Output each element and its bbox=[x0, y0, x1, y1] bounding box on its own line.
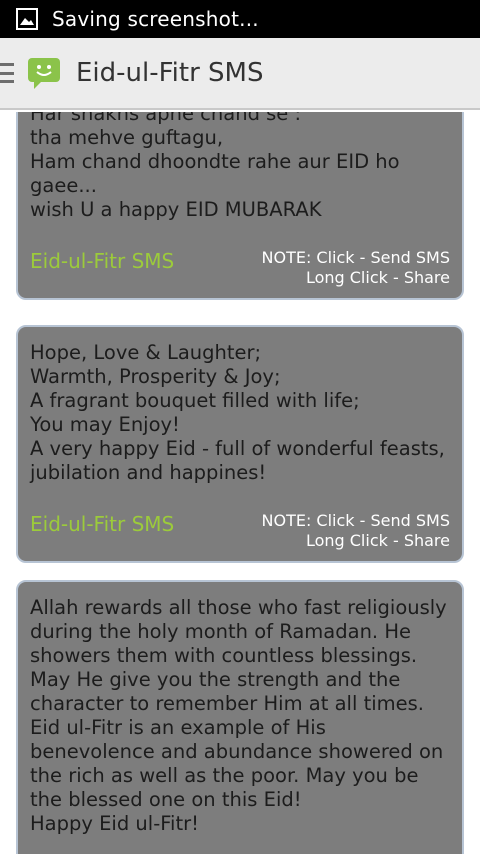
image-icon bbox=[16, 8, 38, 30]
sms-text: Har shakhs apne chand se : tha mehve guf… bbox=[30, 112, 400, 221]
card-footer: Eid-ul-Fitr SMS NOTE: Click - Send SMS L… bbox=[30, 248, 450, 288]
note-line-1: NOTE: Click - Send SMS bbox=[261, 511, 451, 530]
card-app-name: Eid-ul-Fitr SMS bbox=[30, 249, 175, 273]
card-note: NOTE: Click - Send SMS Long Click - Shar… bbox=[262, 511, 451, 551]
sms-card[interactable]: Har shakhs apne chand se : tha mehve guf… bbox=[16, 112, 464, 300]
sms-list[interactable]: Har shakhs apne chand se : tha mehve guf… bbox=[0, 112, 480, 854]
card-app-name: Eid-ul-Fitr SMS bbox=[30, 512, 175, 536]
card-note: NOTE: Click - Send SMS Long Click - Shar… bbox=[262, 248, 451, 288]
action-bar: Eid-ul-Fitr SMS bbox=[0, 38, 480, 110]
sms-card[interactable]: Allah rewards all those who fast religio… bbox=[16, 580, 464, 854]
drawer-menu-icon[interactable] bbox=[0, 61, 16, 85]
page-title: Eid-ul-Fitr SMS bbox=[76, 58, 264, 88]
status-bar: Saving screenshot... bbox=[0, 0, 480, 38]
sms-text: Allah rewards all those who fast religio… bbox=[30, 596, 447, 835]
note-line-1: NOTE: Click - Send SMS bbox=[261, 248, 451, 267]
status-text: Saving screenshot... bbox=[52, 7, 259, 31]
sms-smiley-icon[interactable] bbox=[26, 55, 62, 91]
card-footer: Eid-ul-Fitr SMS NOTE: Click - Send SMS L… bbox=[30, 511, 450, 551]
sms-card[interactable]: Hope, Love & Laughter; Warmth, Prosperit… bbox=[16, 325, 464, 563]
sms-text: Hope, Love & Laughter; Warmth, Prosperit… bbox=[30, 341, 445, 484]
note-line-2: Long Click - Share bbox=[305, 531, 450, 550]
note-line-2: Long Click - Share bbox=[305, 268, 450, 287]
